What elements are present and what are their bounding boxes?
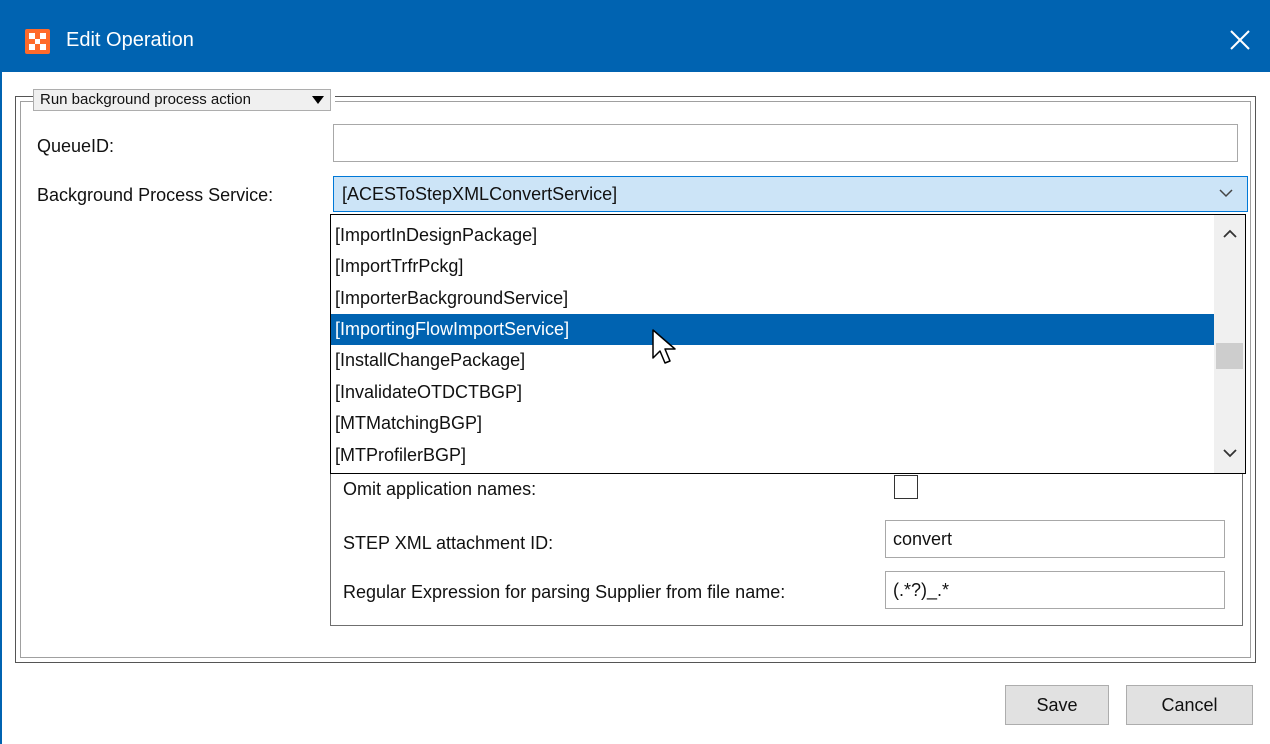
dropdown-item-selected[interactable]: [ImportingFlowImportService] [331, 314, 1215, 345]
app-grid-icon [25, 29, 50, 54]
bg-service-dropdown-list[interactable]: [ImportInDesignPackage] [ImportTrfrPckg]… [330, 214, 1246, 474]
dropdown-item[interactable]: [InstallChangePackage] [331, 345, 1215, 376]
dropdown-scrollbar[interactable] [1214, 215, 1245, 473]
regex-input[interactable]: (.*?)_.* [885, 571, 1225, 609]
dropdown-item[interactable]: [ImporterBackgroundService] [331, 283, 1215, 314]
dropdown-item[interactable]: [ImportTrfrPckg] [331, 251, 1215, 282]
chevron-down-icon [1219, 189, 1233, 198]
dropdown-item[interactable]: [ImportInDesignPackage] [331, 220, 1215, 251]
omit-app-names-label: Omit application names: [343, 479, 537, 499]
save-button[interactable]: Save [1005, 685, 1109, 725]
action-type-label: Run background process action [40, 91, 251, 108]
close-icon [1230, 30, 1250, 50]
bg-service-combo[interactable]: [ACESToStepXMLConvertService] [333, 176, 1248, 212]
action-type-dropdown[interactable]: Run background process action [33, 89, 331, 111]
close-button[interactable] [1210, 8, 1270, 72]
action-tab: Run background process action [33, 88, 335, 112]
bg-service-label: Background Process Service: [37, 185, 274, 205]
queue-id-label: QueueID: [37, 136, 115, 156]
bg-service-value: [ACESToStepXMLConvertService] [342, 184, 618, 204]
dropdown-item[interactable]: [InvalidateOTDCTBGP] [331, 377, 1215, 408]
window-border [0, 72, 2, 744]
regex-label: Regular Expression for parsing Supplier … [343, 582, 786, 602]
title-bar: Edit Operation [0, 0, 1270, 72]
cancel-button[interactable]: Cancel [1126, 685, 1253, 725]
dropdown-arrow-icon [312, 96, 324, 104]
chevron-down-icon[interactable] [1223, 449, 1237, 458]
mouse-pointer-icon [652, 329, 676, 364]
queue-id-input[interactable] [333, 124, 1238, 162]
step-xml-input[interactable]: convert [885, 520, 1225, 558]
scrollbar-thumb[interactable] [1216, 343, 1243, 369]
step-xml-label: STEP XML attachment ID: [343, 533, 554, 553]
chevron-up-icon[interactable] [1223, 229, 1237, 238]
omit-app-names-checkbox[interactable] [894, 475, 918, 499]
dropdown-item[interactable]: [MTProfilerBGP] [331, 440, 1215, 471]
window-title: Edit Operation [66, 29, 194, 51]
dropdown-item[interactable]: [MTMatchingBGP] [331, 408, 1215, 439]
